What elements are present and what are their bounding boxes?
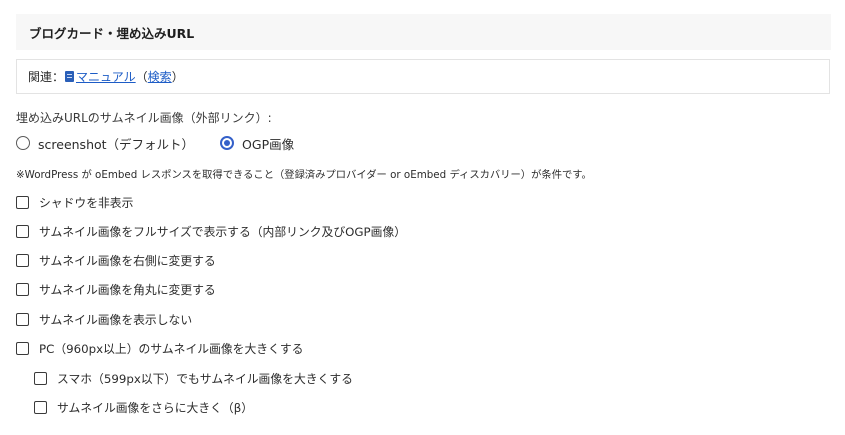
radio-ogp[interactable] [220,136,235,150]
checkbox-label: PC（960px以上）のサムネイル画像を大きくする [39,342,304,356]
paren-close: ） [171,70,184,84]
checkbox-label: スマホ（599px以下）でもサムネイル画像を大きくする [57,372,353,386]
checkbox-pc-large[interactable] [16,342,29,355]
section-title: ブログカード・埋め込みURL [29,25,195,41]
checkbox-row-right-side[interactable]: サムネイル画像を右側に変更する [16,252,216,269]
checkbox-label: サムネイル画像を表示しない [39,313,193,327]
checkbox-row-sp-large[interactable]: スマホ（599px以下）でもサムネイル画像を大きくする [34,370,353,387]
checkbox-row-extra-large[interactable]: サムネイル画像をさらに大きく（β） [34,399,253,416]
checkbox-row-hide-thumbnail[interactable]: サムネイル画像を表示しない [16,311,192,328]
radio-option-screenshot[interactable]: screenshot（デフォルト） [16,134,194,153]
radio-option-ogp[interactable]: OGP画像 [220,134,294,153]
radio-screenshot[interactable] [16,136,30,150]
checkbox-row-hide-shadow[interactable]: シャドウを非表示 [16,194,133,211]
checkbox-row-rounded[interactable]: サムネイル画像を角丸に変更する [16,281,216,298]
settings-page: ブログカード・埋め込みURL 関連： マニュアル （ 検索 ） 埋め込みURLの… [0,0,845,435]
section-header: ブログカード・埋め込みURL [16,14,831,50]
manual-link[interactable]: マニュアル [76,68,136,85]
related-prefix: 関連： [28,70,65,84]
checkbox-label: サムネイル画像をさらに大きく（β） [57,401,254,415]
search-link[interactable]: 検索 [148,68,172,85]
thumbnail-radio-group: screenshot（デフォルト） OGP画像 [16,133,320,153]
related-links-box: 関連： マニュアル （ 検索 ） [16,59,830,94]
document-icon [65,71,75,82]
checkbox-hide-shadow[interactable] [16,196,29,209]
checkbox-extra-large[interactable] [34,401,47,414]
thumbnail-field-label: 埋め込みURLのサムネイル画像（外部リンク）: [16,111,272,125]
checkbox-label: サムネイル画像をフルサイズで表示する（内部リンク及びOGP画像） [39,225,407,239]
checkbox-sp-large[interactable] [34,372,47,385]
radio-ogp-label: OGP画像 [242,136,295,152]
checkbox-right-side[interactable] [16,254,29,267]
checkbox-rounded[interactable] [16,283,29,296]
radio-screenshot-label: screenshot（デフォルト） [38,136,195,152]
checkbox-label: サムネイル画像を右側に変更する [39,254,216,268]
oembed-note: ※WordPress が oEmbed レスポンスを取得できること（登録済みプロ… [16,169,592,181]
checkbox-label: サムネイル画像を角丸に変更する [39,283,216,297]
checkbox-label: シャドウを非表示 [39,196,134,210]
checkbox-row-pc-large[interactable]: PC（960px以上）のサムネイル画像を大きくする [16,340,303,357]
checkbox-hide-thumbnail[interactable] [16,313,29,326]
paren-open: （ [135,70,148,84]
checkbox-row-fullsize[interactable]: サムネイル画像をフルサイズで表示する（内部リンク及びOGP画像） [16,223,406,240]
checkbox-fullsize[interactable] [16,225,29,238]
